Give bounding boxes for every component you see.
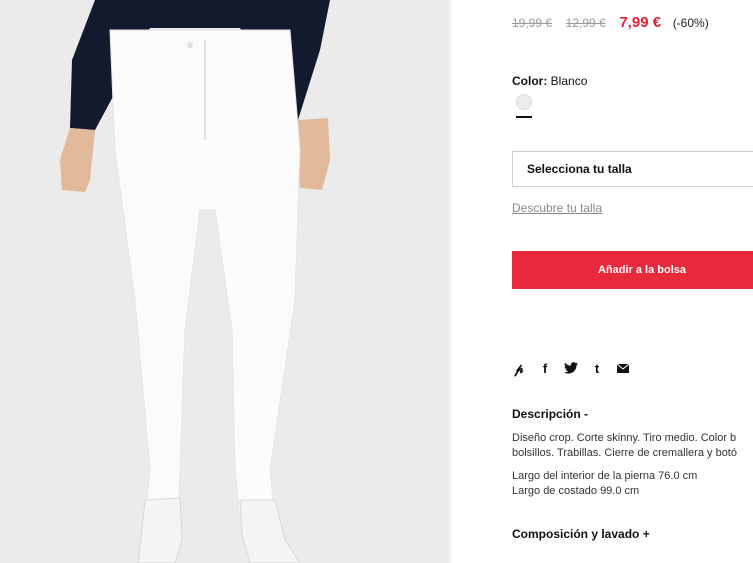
twitter-icon[interactable] xyxy=(564,362,578,376)
tumblr-icon[interactable]: t xyxy=(590,362,604,376)
mail-icon[interactable] xyxy=(616,362,630,376)
original-price: 19,99 € xyxy=(512,16,553,30)
selected-swatch-indicator xyxy=(516,116,532,118)
color-label: Color: xyxy=(512,74,548,88)
description-text: Diseño crop. Corte skinny. Tiro medio. C… xyxy=(512,431,753,461)
size-select-label: Selecciona tu talla xyxy=(527,162,632,176)
facebook-icon[interactable]: f xyxy=(538,362,552,376)
measurements: Largo del interior de la pierna 76.0 cm … xyxy=(512,469,697,499)
share-icons: 𝓅 f t xyxy=(512,362,630,376)
product-info-panel: 19,99 € 12,99 € 7,99 € (-60%) Color: Bla… xyxy=(512,0,753,563)
price-row: 19,99 € 12,99 € 7,99 € (-60%) xyxy=(512,14,709,31)
discount-badge: (-60%) xyxy=(672,16,709,30)
size-select[interactable]: Selecciona tu talla xyxy=(512,151,753,187)
description-line: Diseño crop. Corte skinny. Tiro medio. C… xyxy=(512,432,737,444)
image-divider xyxy=(449,0,452,563)
description-line: bolsillos. Trabillas. Cierre de cremalle… xyxy=(512,447,737,459)
pinterest-icon[interactable]: 𝓅 xyxy=(512,362,526,376)
previous-price: 12,99 € xyxy=(565,16,606,30)
color-swatch-blanco[interactable] xyxy=(516,94,532,110)
add-to-bag-button[interactable]: Añadir a la bolsa xyxy=(512,251,753,289)
measure-side: Largo de costado 99.0 cm xyxy=(512,485,640,497)
size-guide-link[interactable]: Descubre tu talla xyxy=(512,201,602,215)
sale-price: 7,99 € xyxy=(619,14,662,31)
product-image[interactable] xyxy=(0,0,449,563)
measure-inseam: Largo del interior de la pierna 76.0 cm xyxy=(512,470,698,482)
composition-toggle[interactable]: Composición y lavado + xyxy=(512,527,650,541)
color-selector: Color: Blanco xyxy=(512,74,587,88)
model-jeans-illustration xyxy=(0,0,449,563)
color-value: Blanco xyxy=(550,74,588,88)
description-toggle[interactable]: Descripción - xyxy=(512,407,588,421)
